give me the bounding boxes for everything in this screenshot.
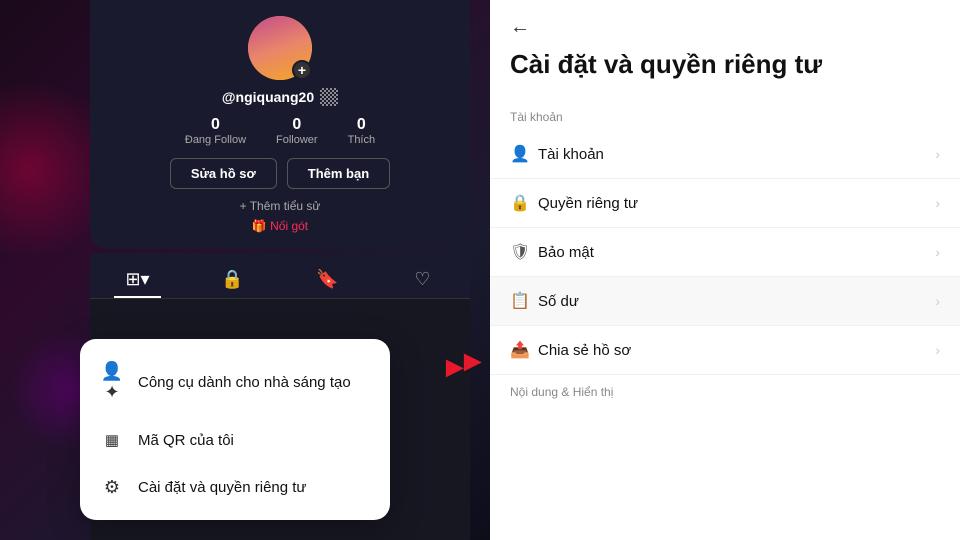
settings-icon: ⚙ xyxy=(100,477,124,498)
username-text: @ngiquang20 xyxy=(222,89,314,105)
following-count: 0 xyxy=(211,116,220,134)
profile-section: + @ngiquang20 0 Đang Follow 0 Follower 0… xyxy=(90,0,470,249)
balance-label: Số dư xyxy=(538,293,935,310)
stat-following: 0 Đang Follow xyxy=(185,116,246,146)
avatar-container: + xyxy=(248,16,312,80)
bookmark-icon: 🔖 xyxy=(316,269,338,290)
settings-item-privacy[interactable]: 🔒 Quyền riêng tư › xyxy=(490,179,960,228)
settings-item-balance[interactable]: 📋 Số dư › xyxy=(490,277,960,326)
avatar-plus-button[interactable]: + xyxy=(292,60,312,80)
account-chevron: › xyxy=(935,146,940,162)
share-profile-label: Chia sẻ hồ sơ xyxy=(538,342,935,359)
grid-icon: ⊞▾ xyxy=(125,269,149,290)
settings-item-share-profile[interactable]: 📤 Chia sẻ hồ sơ › xyxy=(490,326,960,375)
arrow-pointer-right: ► xyxy=(458,345,488,379)
tab-bookmarks[interactable]: 🔖 xyxy=(280,261,375,298)
account-icon: 👤 xyxy=(510,144,538,164)
settings-item-security[interactable]: 🛡 Bảo mật › xyxy=(490,228,960,277)
stats-row: 0 Đang Follow 0 Follower 0 Thích xyxy=(185,116,375,146)
security-label: Bảo mật xyxy=(538,244,935,261)
tab-videos[interactable]: ⊞▾ xyxy=(90,261,185,298)
settings-label: Cài đặt và quyền riêng tư xyxy=(138,479,306,496)
popup-menu: 👤✦ Công cụ dành cho nhà sáng tạo ▦ Mã QR… xyxy=(80,339,390,520)
section-label-content: Nội dung & Hiển thị xyxy=(490,375,960,405)
balance-chevron: › xyxy=(935,293,940,309)
privacy-chevron: › xyxy=(935,195,940,211)
settings-list: Tài khoản 👤 Tài khoản › 🔒 Quyền riêng tư… xyxy=(490,104,960,540)
creator-tools-icon: 👤✦ xyxy=(100,361,124,403)
share-profile-chevron: › xyxy=(935,342,940,358)
settings-header: ← Cài đặt và quyền riêng tư xyxy=(490,0,960,104)
section-label-account: Tài khoản xyxy=(490,104,960,130)
add-bio-link[interactable]: + Thêm tiểu sử xyxy=(240,199,321,213)
add-friend-button[interactable]: Thêm bạn xyxy=(287,158,390,189)
stat-likes: 0 Thích xyxy=(348,116,376,146)
lock-icon: 🔒 xyxy=(221,269,243,290)
privacy-label: Quyền riêng tư xyxy=(538,195,935,212)
balance-icon: 📋 xyxy=(510,291,538,311)
security-chevron: › xyxy=(935,244,940,260)
follower-label: Follower xyxy=(276,134,318,146)
heart-icon: ♡ xyxy=(414,269,430,290)
likes-label: Thích xyxy=(348,134,376,146)
tab-likes[interactable]: ♡ xyxy=(375,261,470,298)
right-panel: ← Cài đặt và quyền riêng tư Tài khoản 👤 … xyxy=(490,0,960,540)
username-display: @ngiquang20 xyxy=(222,88,338,106)
settings-item-account[interactable]: 👤 Tài khoản › xyxy=(490,130,960,179)
security-icon: 🛡 xyxy=(510,242,538,262)
share-icon: 📤 xyxy=(510,340,538,360)
following-label: Đang Follow xyxy=(185,134,246,146)
back-button[interactable]: ← xyxy=(510,16,530,39)
noi-got-link[interactable]: 🎁 Nối gót xyxy=(252,219,308,233)
tab-locked[interactable]: 🔒 xyxy=(185,261,280,298)
likes-count: 0 xyxy=(357,116,366,134)
creator-tools-label: Công cụ dành cho nhà sáng tạo xyxy=(138,374,351,391)
account-label: Tài khoản xyxy=(538,146,935,163)
qr-label: Mã QR của tôi xyxy=(138,432,234,449)
settings-title: Cài đặt và quyền riêng tư xyxy=(510,49,940,80)
qr-icon: ▦ xyxy=(100,431,124,449)
popup-item-settings[interactable]: ⚙ Cài đặt và quyền riêng tư xyxy=(80,463,390,512)
profile-tabs: ⊞▾ 🔒 🔖 ♡ xyxy=(90,253,470,299)
stat-follower: 0 Follower xyxy=(276,116,318,146)
qr-mini-icon xyxy=(320,88,338,106)
privacy-icon: 🔒 xyxy=(510,193,538,213)
follower-count: 0 xyxy=(292,116,301,134)
popup-item-creator-tools[interactable]: 👤✦ Công cụ dành cho nhà sáng tạo xyxy=(80,347,390,417)
edit-profile-button[interactable]: Sửa hồ sơ xyxy=(170,158,277,189)
popup-item-qr[interactable]: ▦ Mã QR của tôi xyxy=(80,417,390,463)
action-buttons: Sửa hồ sơ Thêm bạn xyxy=(170,158,390,189)
